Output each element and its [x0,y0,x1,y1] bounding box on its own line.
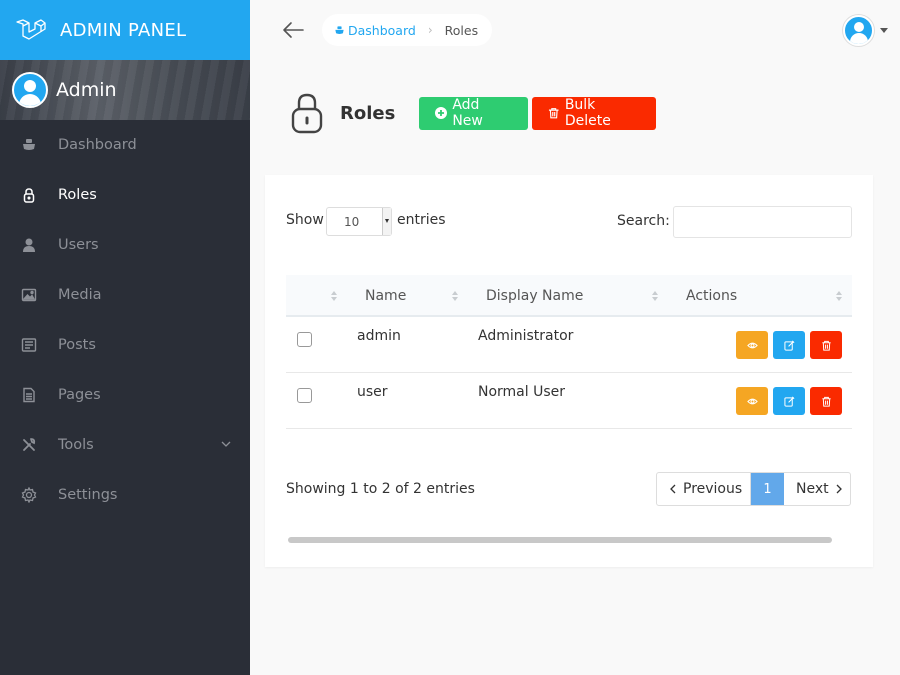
role-name: admin [357,328,401,344]
delete-button[interactable] [810,387,842,415]
breadcrumb-separator: › [427,23,433,37]
previous-page-button[interactable]: Previous [657,473,751,505]
show-label: Show [286,212,324,228]
laravel-logo-icon [16,19,46,40]
entries-label: entries [397,212,446,228]
pagination: Previous 1 Next [656,472,851,506]
role-display-name: Administrator [478,328,574,344]
delete-button[interactable] [810,331,842,359]
select-arrow-icon [382,208,391,235]
sort-icon[interactable] [836,291,842,301]
profile-name: Admin [56,79,117,101]
sidebar-item-label: Posts [58,337,96,353]
edit-button[interactable] [773,387,805,415]
sidebar-nav: Dashboard Roles Users Media Posts Pages … [0,120,250,520]
column-header-actions[interactable]: Actions [686,288,737,304]
horizontal-scrollbar[interactable] [288,537,832,543]
role-name: user [357,384,388,400]
previous-label: Previous [683,481,743,497]
gear-icon [20,486,38,504]
sidebar-item-settings[interactable]: Settings [0,470,250,520]
row-checkbox[interactable] [297,332,312,347]
person-icon [20,236,38,254]
edit-icon [783,340,794,351]
breadcrumb-home[interactable]: Dashboard [334,23,416,38]
sidebar-item-users[interactable]: Users [0,220,250,270]
search-label: Search: [617,213,670,229]
sidebar-item-tools[interactable]: Tools [0,420,250,470]
table-header: Name Display Name Actions [286,275,852,317]
breadcrumb-home-label: Dashboard [348,22,416,38]
sidebar-item-roles[interactable]: Roles [0,170,250,220]
sidebar-item-label: Media [58,287,102,303]
sidebar-item-label: Dashboard [58,137,137,153]
trash-icon [821,340,831,351]
entries-length-select[interactable]: 10 [326,207,392,236]
avatar [12,72,48,108]
column-header-name[interactable]: Name [365,288,406,304]
view-button[interactable] [736,331,768,359]
role-display-name: Normal User [478,384,566,400]
roles-panel: Show 10 entries Search: Name Display Nam… [265,175,873,567]
boat-icon [335,25,344,34]
file-text-icon [20,386,38,404]
edit-icon [783,396,794,407]
sidebar-item-label: Pages [58,387,101,403]
sidebar-item-media[interactable]: Media [0,270,250,320]
sidebar-item-label: Users [58,237,99,253]
user-menu-avatar[interactable] [843,15,874,46]
lock-icon [20,186,38,204]
eye-icon [746,398,758,404]
brand-title: ADMIN PANEL [60,19,187,41]
trash-icon [821,396,831,407]
image-icon [20,286,38,304]
sidebar: ADMIN PANEL Admin Dashboard Roles Users [0,0,250,675]
sort-icon[interactable] [331,291,337,301]
arrow-left-icon[interactable] [282,20,304,40]
sort-icon[interactable] [652,291,658,301]
boat-icon [20,136,38,154]
add-new-label: Add New [452,97,483,129]
bulk-delete-label: Bulk Delete [564,97,611,129]
next-label: Next [796,481,829,497]
sidebar-item-label: Roles [58,187,97,203]
sidebar-item-label: Tools [58,437,94,453]
column-header-display-name[interactable]: Display Name [486,288,583,304]
bulk-delete-button[interactable]: Bulk Delete [532,96,657,130]
view-button[interactable] [736,387,768,415]
topbar: Dashboard › Roles [250,0,900,60]
news-icon [20,336,38,354]
next-page-button[interactable]: Next [784,473,850,505]
tools-icon [20,436,38,454]
add-new-button[interactable]: Add New [419,96,529,130]
sort-icon[interactable] [452,291,458,301]
chevron-right-icon [836,484,842,494]
table-row: admin Administrator [286,317,852,373]
table-row: user Normal User [286,373,852,429]
row-checkbox[interactable] [297,388,312,403]
plus-circle-icon [435,107,448,119]
page-header: Roles Add New Bulk Delete [290,92,657,134]
sidebar-item-pages[interactable]: Pages [0,370,250,420]
trash-icon [549,108,559,119]
caret-down-icon[interactable] [880,28,888,33]
breadcrumb: Dashboard › Roles [322,14,493,46]
profile-banner[interactable]: Admin [0,60,250,120]
sidebar-item-label: Settings [58,487,118,503]
edit-button[interactable] [773,331,805,359]
page-title: Roles [340,102,396,124]
brand-bar[interactable]: ADMIN PANEL [0,0,250,60]
sidebar-item-dashboard[interactable]: Dashboard [0,120,250,170]
chevron-down-icon [221,441,231,447]
page-1-button[interactable]: 1 [751,473,784,505]
eye-icon [746,342,758,348]
search-input[interactable] [673,206,852,238]
roles-table: Name Display Name Actions admin Administ… [286,275,852,429]
table-info: Showing 1 to 2 of 2 entries [286,481,475,497]
chevron-left-icon [670,484,676,494]
lock-icon [291,93,323,134]
sidebar-item-posts[interactable]: Posts [0,320,250,370]
breadcrumb-current: Roles [444,22,479,38]
entries-length-value: 10 [344,215,360,229]
